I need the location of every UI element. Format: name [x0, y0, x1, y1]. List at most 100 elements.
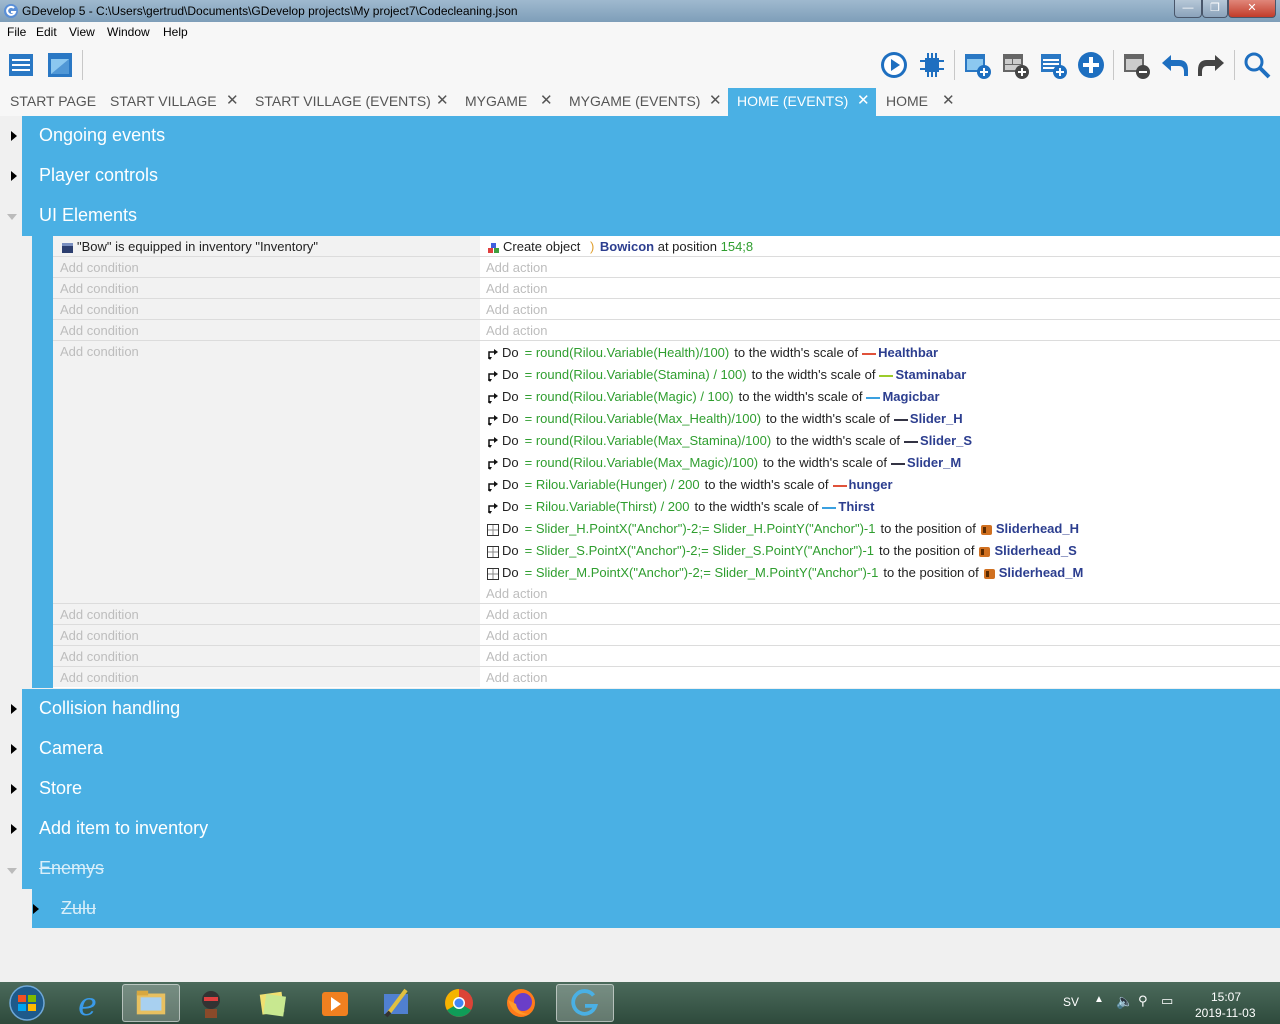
event-row[interactable]: Add condition Add action Do = round(Rilou… [45, 341, 1280, 604]
condition-cell[interactable]: Add condition [53, 320, 480, 340]
gdevelop-taskbar-icon[interactable] [556, 984, 614, 1022]
condition-cell[interactable]: Add condition [53, 625, 480, 645]
close-button[interactable]: ✕ [1228, 0, 1276, 18]
tab-home[interactable]: HOME [876, 88, 936, 116]
action-line[interactable]: Do = Slider_S.PointX("Anchor")-2;= Slider… [487, 543, 1077, 559]
tab-mygame[interactable]: MYGAME [455, 88, 533, 116]
action-line[interactable]: Do = round(Rilou.Variable(Max_Stamina)/10… [487, 433, 972, 449]
undo-icon[interactable] [1159, 50, 1189, 80]
tab-start-page[interactable]: START PAGE [0, 88, 98, 116]
action-cell[interactable]: Add action [481, 646, 1280, 666]
add-event-icon[interactable] [962, 50, 992, 80]
action-cell[interactable]: Add action [481, 299, 1280, 319]
add-action-placeholder[interactable]: Add action [486, 670, 547, 685]
project-manager-icon[interactable] [6, 50, 36, 80]
action-line[interactable]: Do = round(Rilou.Variable(Max_Health)/100… [487, 411, 963, 427]
expand-arrow-icon[interactable] [33, 904, 39, 914]
sticky-notes-icon[interactable] [244, 984, 302, 1022]
group-enemys[interactable]: Enemys [22, 849, 1280, 889]
start-button-icon[interactable] [4, 984, 50, 1022]
tab-close-icon[interactable]: ✕ [942, 88, 955, 114]
action-cell[interactable]: Add action [481, 257, 1280, 277]
expand-arrow-icon[interactable] [11, 171, 17, 181]
show-hidden-icons-icon[interactable]: ▲ [1094, 994, 1104, 1005]
action-line[interactable]: Do = Slider_H.PointX("Anchor")-2;= Slider… [487, 521, 1079, 537]
tab-close-icon[interactable]: ✕ [857, 88, 870, 114]
group-ui-elements[interactable]: UI Elements [22, 196, 1280, 236]
add-action-placeholder[interactable]: Add action [486, 649, 547, 664]
add-condition-placeholder[interactable]: Add condition [60, 607, 139, 622]
add-action-placeholder[interactable]: Add action [486, 323, 547, 338]
tab-start-village[interactable]: START VILLAGE [100, 88, 220, 116]
action-line[interactable]: Do = Slider_M.PointX("Anchor")-2;= Slider… [487, 565, 1083, 581]
volume-icon[interactable]: 🔈 [1116, 993, 1133, 1010]
action-line[interactable]: Do = round(Rilou.Variable(Health)/100) to … [487, 345, 938, 361]
add-action-placeholder[interactable]: Add action [486, 586, 547, 601]
group-camera[interactable]: Camera [22, 729, 1280, 769]
chrome-icon[interactable] [430, 984, 488, 1022]
action-cell[interactable]: Add action [481, 320, 1280, 340]
condition-cell[interactable]: Add condition [53, 604, 480, 624]
group-collision-handling[interactable]: Collision handling [22, 689, 1280, 729]
tab-close-icon[interactable]: ✕ [709, 88, 722, 114]
condition-cell[interactable]: "Bow" is equipped in inventory "Inventor… [53, 236, 480, 256]
action-cell[interactable]: Add action [481, 625, 1280, 645]
firefox-icon[interactable] [492, 984, 550, 1022]
menu-edit[interactable]: Edit [36, 25, 57, 39]
add-condition-placeholder[interactable]: Add condition [60, 302, 139, 317]
menu-view[interactable]: View [69, 25, 95, 39]
action-cell[interactable]: Add action Do = round(Rilou.Variable(Heal… [481, 341, 1280, 603]
condition-cell[interactable]: Add condition [53, 341, 480, 603]
add-action-placeholder[interactable]: Add action [486, 302, 547, 317]
language-indicator[interactable]: SV [1063, 995, 1079, 1009]
expand-arrow-icon[interactable] [11, 824, 17, 834]
clock-time[interactable]: 15:07 [1211, 990, 1241, 1004]
clock-date[interactable]: 2019-11-03 [1195, 1006, 1256, 1020]
action-line[interactable]: Do = Rilou.Variable(Hunger) / 200 to the w… [487, 477, 893, 493]
internet-explorer-icon[interactable]: e [62, 984, 120, 1022]
add-condition-placeholder[interactable]: Add condition [60, 260, 139, 275]
redo-icon[interactable] [1197, 50, 1227, 80]
search-icon[interactable] [1242, 50, 1272, 80]
action-cell[interactable]: Add action [481, 278, 1280, 298]
add-condition-placeholder[interactable]: Add condition [60, 323, 139, 338]
action-cell[interactable]: Add action [481, 604, 1280, 624]
expand-arrow-icon[interactable] [11, 704, 17, 714]
delete-event-icon[interactable] [1121, 50, 1151, 80]
collapse-arrow-icon[interactable] [7, 214, 17, 220]
action-line[interactable]: Do = Rilou.Variable(Thirst) / 200 to the w… [487, 499, 875, 515]
event-row[interactable]: Add condition Add action [45, 257, 1280, 278]
tab-start-village-events[interactable]: START VILLAGE (EVENTS) [245, 88, 431, 116]
event-row[interactable]: Add condition Add action [45, 625, 1280, 646]
event-row[interactable]: Add condition Add action [45, 278, 1280, 299]
file-explorer-icon[interactable] [122, 984, 180, 1022]
maximize-button[interactable]: ❐ [1202, 0, 1228, 18]
event-row[interactable]: "Bow" is equipped in inventory "Inventor… [45, 236, 1280, 257]
group-add-item-to-inventory[interactable]: Add item to inventory [22, 809, 1280, 849]
add-circle-icon[interactable] [1076, 50, 1106, 80]
group-ongoing-events[interactable]: Ongoing events [22, 116, 1280, 156]
condition-cell[interactable]: Add condition [53, 646, 480, 666]
group-zulu[interactable]: Zulu [44, 889, 1280, 928]
add-action-placeholder[interactable]: Add action [486, 281, 547, 296]
add-sub-event-icon[interactable] [1000, 50, 1030, 80]
add-action-placeholder[interactable]: Add action [486, 260, 547, 275]
action-cell[interactable]: Add action [481, 667, 1280, 687]
add-condition-placeholder[interactable]: Add condition [60, 649, 139, 664]
event-row[interactable]: Add condition Add action [45, 320, 1280, 341]
group-player-controls[interactable]: Player controls [22, 156, 1280, 196]
event-row[interactable]: Add condition Add action [45, 604, 1280, 625]
add-action-placeholder[interactable]: Add action [486, 628, 547, 643]
action-center-icon[interactable]: ▭ [1161, 993, 1173, 1009]
tab-mygame-events[interactable]: MYGAME (EVENTS) [559, 88, 701, 116]
event-row[interactable]: Add condition Add action [45, 667, 1280, 688]
action-line[interactable]: Do = round(Rilou.Variable(Magic) / 100) to… [487, 389, 940, 405]
condition-text[interactable]: "Bow" is equipped in inventory "Inventor… [61, 239, 318, 255]
event-row[interactable]: Add condition Add action [45, 646, 1280, 667]
condition-cell[interactable]: Add condition [53, 299, 480, 319]
add-condition-placeholder[interactable]: Add condition [60, 628, 139, 643]
condition-cell[interactable]: Add condition [53, 278, 480, 298]
condition-cell[interactable]: Add condition [53, 667, 480, 687]
add-condition-placeholder[interactable]: Add condition [60, 670, 139, 685]
paint-tool-icon[interactable] [368, 984, 426, 1022]
